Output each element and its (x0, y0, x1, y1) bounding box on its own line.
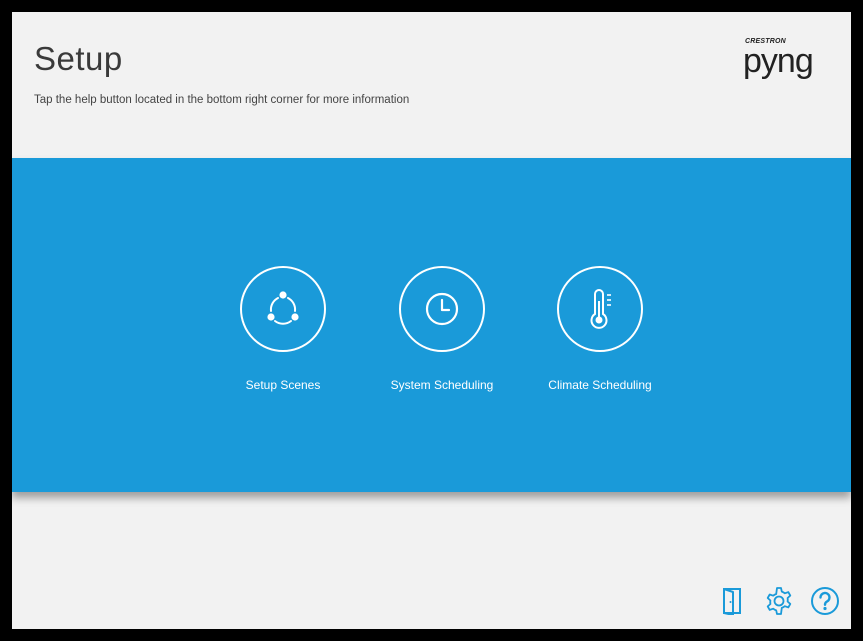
bottom-toolbar (717, 583, 841, 619)
clock-icon (425, 292, 459, 326)
setup-scenes-label: Setup Scenes (245, 378, 321, 392)
help-icon[interactable] (809, 585, 841, 617)
door-icon[interactable] (717, 585, 749, 617)
system-scheduling-button[interactable] (399, 266, 485, 352)
page-title: Setup (34, 40, 123, 77)
setup-screen: Setup Tap the help button located in the… (12, 12, 851, 629)
system-scheduling-label: System Scheduling (390, 378, 494, 392)
system-scheduling-tile[interactable]: System Scheduling (367, 266, 517, 392)
scenes-icon (267, 291, 299, 325)
setup-scenes-tile[interactable]: Setup Scenes (208, 266, 358, 392)
thermometer-icon (590, 289, 611, 329)
climate-scheduling-tile[interactable]: Climate Scheduling (525, 266, 675, 392)
setup-options-panel: Setup Scenes System Scheduling Climate S… (12, 158, 851, 492)
climate-scheduling-button[interactable] (557, 266, 643, 352)
page-subtitle: Tap the help button located in the botto… (34, 94, 410, 106)
gear-icon[interactable] (763, 585, 795, 617)
crestron-pyng-logo: CRESTRON pyng (743, 38, 829, 88)
logo-brand-main: pyng (743, 42, 814, 80)
climate-scheduling-label: Climate Scheduling (548, 378, 652, 392)
setup-scenes-button[interactable] (240, 266, 326, 352)
